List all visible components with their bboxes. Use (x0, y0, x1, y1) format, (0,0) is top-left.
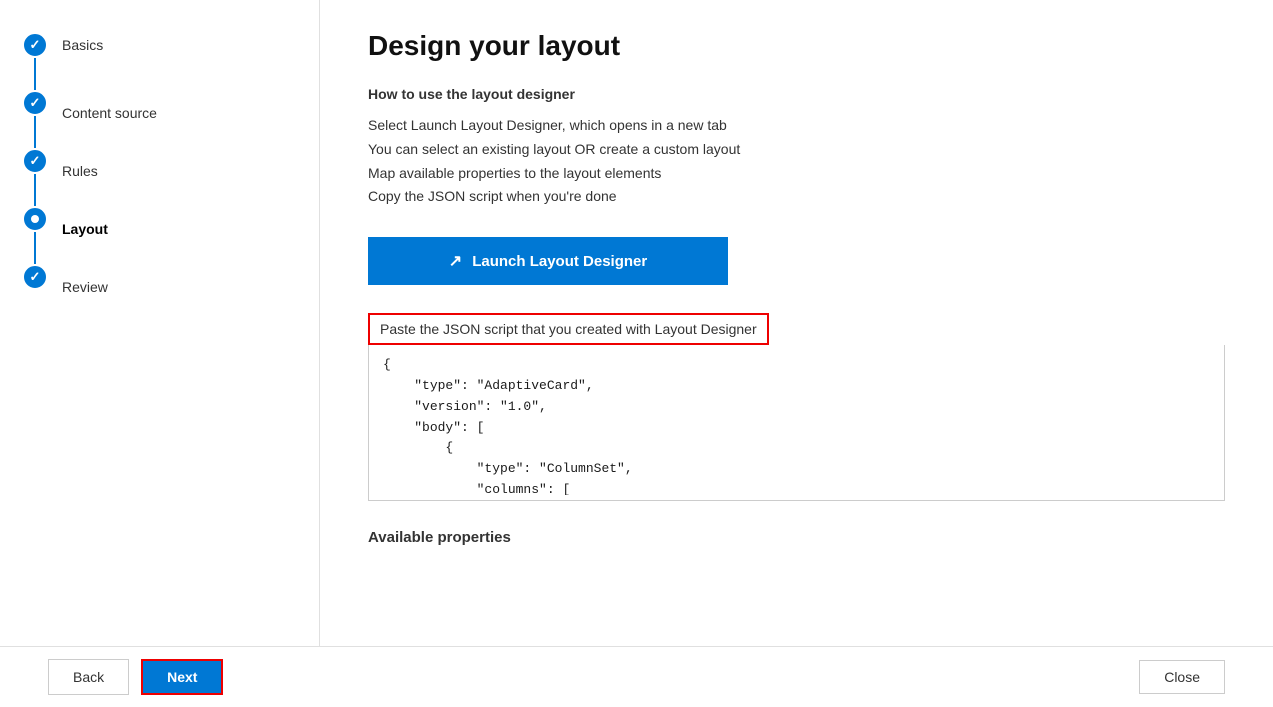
bottom-bar: Back Next Close (0, 646, 1273, 707)
instructions-list: Select Launch Layout Designer, which ope… (368, 114, 1225, 209)
close-button[interactable]: Close (1139, 660, 1225, 694)
launch-button-label: Launch Layout Designer (472, 253, 647, 270)
sidebar: Basics Content source Rules (0, 0, 320, 646)
page-title: Design your layout (368, 30, 1225, 62)
sidebar-item-review[interactable]: Review (0, 266, 319, 298)
instruction-1: Select Launch Layout Designer, which ope… (368, 114, 1225, 138)
sidebar-item-basics[interactable]: Basics (0, 20, 319, 92)
main-container: Basics Content source Rules (0, 0, 1273, 646)
json-textarea-container: { "type": "AdaptiveCard", "version": "1.… (368, 345, 1225, 501)
step-circle-basics (24, 34, 46, 56)
json-paste-section: Paste the JSON script that you created w… (368, 313, 1225, 501)
bottom-left-actions: Back Next (48, 659, 223, 695)
how-to-heading: How to use the layout designer (368, 86, 1225, 102)
available-properties-heading: Available properties (368, 529, 1225, 546)
sidebar-label-basics: Basics (62, 34, 103, 56)
connector-content-source (34, 116, 36, 148)
content-area: Design your layout How to use the layout… (320, 0, 1273, 646)
external-link-icon: ↗ (449, 251, 462, 271)
sidebar-item-layout[interactable]: Layout (0, 208, 319, 266)
sidebar-item-content-source[interactable]: Content source (0, 92, 319, 150)
connector-basics (34, 58, 36, 90)
instruction-4: Copy the JSON script when you're done (368, 185, 1225, 209)
sidebar-item-rules[interactable]: Rules (0, 150, 319, 208)
instruction-3: Map available properties to the layout e… (368, 162, 1225, 186)
sidebar-label-review: Review (62, 277, 108, 295)
back-button[interactable]: Back (48, 659, 129, 695)
launch-layout-designer-button[interactable]: ↗ Launch Layout Designer (368, 237, 728, 285)
step-circle-layout (24, 208, 46, 230)
step-circle-rules (24, 150, 46, 172)
sidebar-label-rules: Rules (62, 161, 98, 179)
instruction-2: You can select an existing layout OR cre… (368, 138, 1225, 162)
next-button[interactable]: Next (141, 659, 223, 695)
sidebar-label-layout: Layout (62, 219, 108, 237)
sidebar-label-content-source: Content source (62, 103, 157, 121)
step-circle-review (24, 266, 46, 288)
json-paste-label: Paste the JSON script that you created w… (368, 313, 769, 345)
connector-rules (34, 174, 36, 206)
step-circle-content-source (24, 92, 46, 114)
json-textarea[interactable]: { "type": "AdaptiveCard", "version": "1.… (369, 345, 1224, 495)
connector-layout (34, 232, 36, 264)
